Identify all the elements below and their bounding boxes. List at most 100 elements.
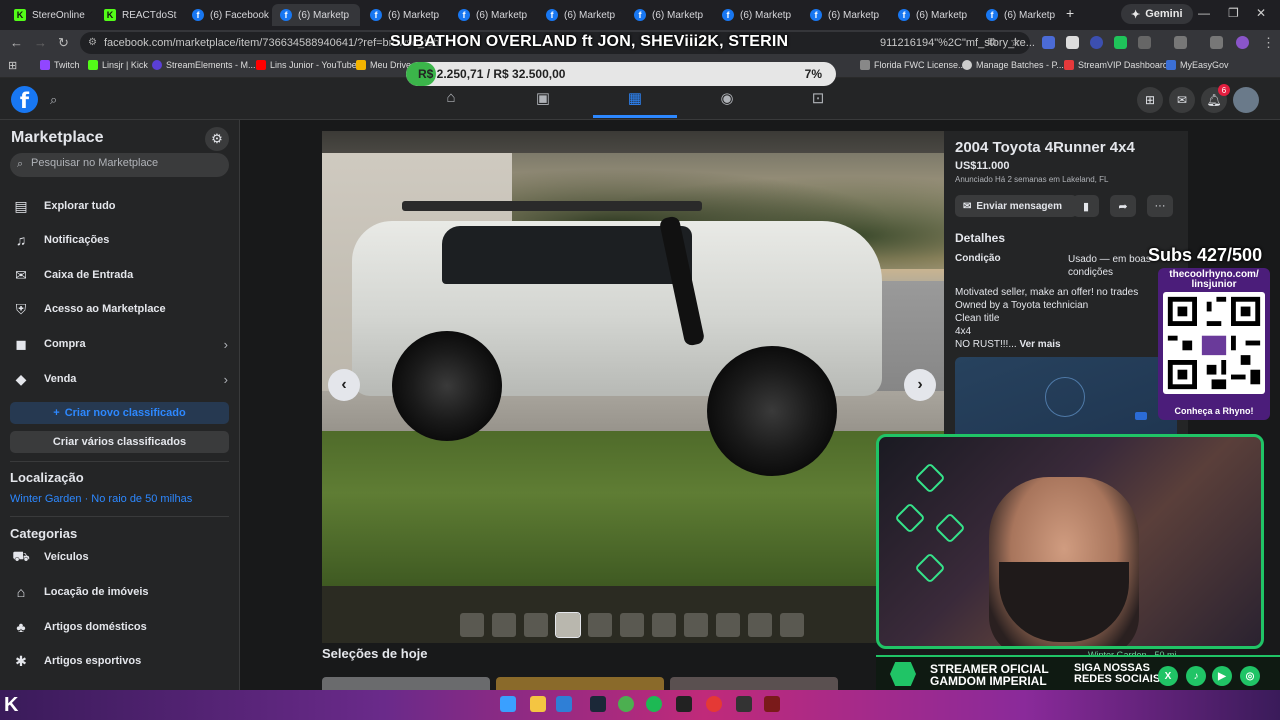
marketplace-search-input[interactable] — [31, 157, 221, 169]
listing-card[interactable] — [496, 677, 664, 690]
sidebar-item-access[interactable]: ⛨ Acesso ao Marketplace — [10, 294, 230, 324]
share-button[interactable]: ➦ — [1110, 195, 1136, 217]
back-icon[interactable]: ← — [10, 35, 23, 50]
sidebar-item-inbox[interactable]: ✉ Caixa de Entrada — [10, 260, 230, 290]
terminal-icon[interactable] — [736, 696, 752, 712]
browser-tab[interactable]: f (6) Facebook — [184, 4, 270, 26]
extension-icon[interactable] — [1090, 36, 1103, 49]
marketplace-search[interactable]: ⌕ — [10, 153, 229, 177]
app-icon[interactable] — [706, 696, 722, 712]
see-more-link[interactable]: Ver mais — [1019, 339, 1060, 350]
chrome-icon[interactable] — [618, 696, 634, 712]
app-icon[interactable] — [764, 696, 780, 712]
browser-tab[interactable]: K REACTdoSt — [96, 4, 180, 26]
new-tab-button[interactable]: + — [1066, 5, 1074, 21]
photo-thumbnail[interactable] — [780, 613, 804, 637]
photo-thumbnail[interactable] — [524, 613, 548, 637]
category-item-sports[interactable]: ✱ Artigos esportivos — [10, 646, 230, 676]
site-info-icon[interactable]: ⚙ — [88, 37, 97, 48]
browser-menu-icon[interactable]: ⋮ — [1262, 35, 1275, 51]
photo-thumbnail[interactable] — [684, 613, 708, 637]
close-tab-icon[interactable]: ✕ — [359, 9, 360, 22]
photo-thumbnail[interactable] — [492, 613, 516, 637]
create-listing-button[interactable]: + Criar novo classificado — [10, 402, 229, 424]
sidepanel-icon[interactable] — [1174, 36, 1187, 49]
bookmark-item[interactable]: Twitch — [40, 60, 80, 70]
photo-thumbnail[interactable] — [716, 613, 740, 637]
google-extension-icon[interactable] — [1066, 36, 1079, 49]
app-icon[interactable] — [556, 696, 572, 712]
extensions-puzzle-icon[interactable] — [1138, 36, 1151, 49]
listing-card[interactable] — [670, 677, 838, 690]
photo-thumbnail[interactable] — [588, 613, 612, 637]
bookmark-item[interactable]: MyEasyGov — [1166, 60, 1229, 70]
reload-icon[interactable]: ↻ — [58, 35, 69, 51]
facebook-logo[interactable]: f — [11, 86, 38, 113]
listing-card[interactable] — [322, 677, 490, 690]
browser-tab[interactable]: f(6) Marketp✕ — [538, 4, 624, 26]
start-icon[interactable] — [500, 696, 516, 712]
steam-icon[interactable] — [590, 696, 606, 712]
extension-icon[interactable] — [1114, 36, 1127, 49]
photo-thumbnail[interactable] — [555, 612, 581, 638]
bookmark-item[interactable]: Lins Junior - YouTube — [256, 60, 357, 70]
bookmark-item[interactable]: StreamElements - M... — [152, 60, 256, 70]
close-window-icon[interactable]: ✕ — [1256, 6, 1266, 20]
menu-grid-icon[interactable]: ⊞ — [1137, 87, 1163, 113]
browser-tab[interactable]: f(6) Marketp✕ — [802, 4, 888, 26]
bookmark-item[interactable]: Manage Batches - P... — [962, 60, 1064, 70]
category-item-vehicles[interactable]: ⛟ Veículos — [10, 542, 230, 572]
gaming-icon[interactable]: ⊡ — [808, 89, 828, 109]
browser-tab[interactable]: f(6) Marketp✕ — [450, 4, 536, 26]
photo-thumbnail[interactable] — [652, 613, 676, 637]
create-multiple-listings-button[interactable]: Criar vários classificados — [10, 431, 229, 453]
bookmark-star-icon[interactable]: ☆ — [1010, 35, 1021, 49]
browser-tab[interactable]: K StereOnline — [6, 4, 94, 26]
photo-thumbnail[interactable] — [460, 613, 484, 637]
listing-photo-viewer[interactable]: ‹ › — [322, 131, 944, 643]
forward-icon[interactable]: → — [34, 35, 47, 50]
location-link[interactable]: Winter Garden · No raio de 50 milhas — [10, 493, 192, 505]
browser-tab[interactable]: f(6) Marketp✕ — [626, 4, 712, 26]
downloads-icon[interactable] — [1210, 36, 1223, 49]
marketplace-icon[interactable]: ▦ — [625, 89, 645, 109]
browser-tab[interactable]: f(6) Marketp✕ — [362, 4, 448, 26]
maximize-icon[interactable]: ❐ — [1228, 6, 1239, 20]
sidebar-item-buying[interactable]: ◼ Compra › — [10, 329, 230, 359]
browser-tab[interactable]: f(6) Marketp✕ — [714, 4, 800, 26]
more-options-button[interactable]: ··· — [1147, 195, 1173, 217]
avatar[interactable] — [1233, 87, 1259, 113]
photo-thumbnail[interactable] — [748, 613, 772, 637]
settings-gear-icon[interactable]: ⚙ — [205, 127, 229, 151]
spotify-icon[interactable] — [646, 696, 662, 712]
folder-icon[interactable] — [530, 696, 546, 712]
groups-icon[interactable]: ◉ — [717, 89, 737, 109]
home-icon[interactable]: ⌂ — [441, 89, 461, 109]
bookmark-item[interactable]: Linsjr | Kick — [88, 60, 148, 70]
bookmark-item[interactable]: Florida FWC License... — [860, 60, 966, 70]
category-item-household[interactable]: ♣ Artigos domésticos — [10, 612, 230, 642]
messenger-icon[interactable]: ✉ — [1169, 87, 1195, 113]
photo-thumbnail[interactable] — [620, 613, 644, 637]
sidebar-item-notifications[interactable]: ♫ Notificações — [10, 225, 230, 255]
category-item-rentals[interactable]: ⌂ Locação de imóveis — [10, 577, 230, 607]
next-photo-button[interactable]: › — [904, 369, 936, 401]
gemini-button[interactable]: ✦ Gemini — [1121, 4, 1193, 24]
search-icon[interactable]: ⌕ — [50, 92, 57, 108]
apps-grid-icon[interactable]: ⊞ — [8, 59, 17, 72]
profile-avatar-icon[interactable] — [1236, 36, 1249, 49]
sidebar-item-selling[interactable]: ◆ Venda › — [10, 364, 230, 394]
send-message-button[interactable]: ✉ Enviar mensagem — [955, 195, 1077, 217]
bookmark-item[interactable]: Meu Drive — [356, 60, 411, 70]
cast-icon[interactable]: ⧉ — [988, 36, 996, 49]
prev-photo-button[interactable]: ‹ — [328, 369, 360, 401]
bookmark-item[interactable]: StreamVIP Dashboard — [1064, 60, 1168, 70]
minimize-icon[interactable]: — — [1198, 6, 1210, 20]
browser-tab[interactable]: f(6) Marketp✕ — [978, 4, 1064, 26]
save-listing-button[interactable]: ▮ — [1073, 195, 1099, 217]
browser-tab[interactable]: f(6) Marketp✕ — [890, 4, 976, 26]
sidebar-item-explore[interactable]: ▤ Explorar tudo — [10, 191, 230, 221]
obs-icon[interactable] — [676, 696, 692, 712]
extension-icon[interactable] — [1042, 36, 1055, 49]
video-icon[interactable]: ▣ — [533, 89, 553, 109]
